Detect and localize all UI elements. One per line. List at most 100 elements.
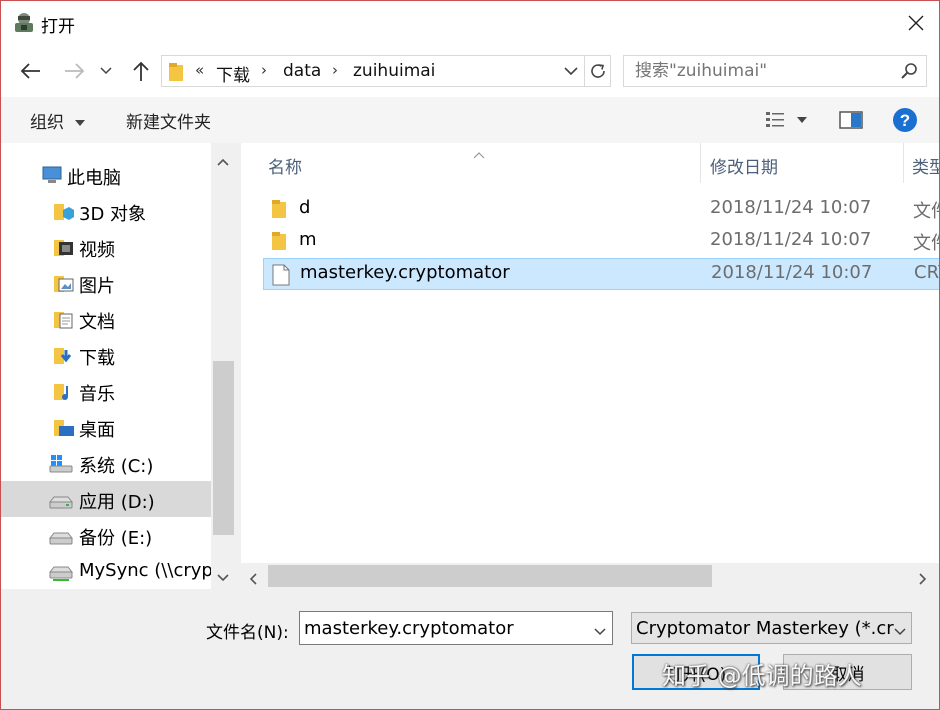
column-header-label: 类型	[912, 158, 939, 178]
column-header-modified[interactable]: 修改日期	[701, 143, 903, 187]
overflow-chevron[interactable]: «	[195, 61, 204, 79]
filetype-value: Cryptomator Masterkey (*.cry	[636, 618, 905, 639]
filename-label: 文件名(N):	[206, 623, 289, 643]
sidebar-item-desktop[interactable]: 桌面	[1, 409, 211, 445]
3d-objects-icon	[53, 202, 75, 226]
view-options-button[interactable]	[761, 106, 811, 134]
column-header-label: 名称	[268, 158, 302, 178]
folder-icon	[271, 231, 287, 255]
sidebar-item-3d-objects[interactable]: 3D 对象	[1, 193, 211, 229]
open-file-dialog: 打开 « 下载 › data › zuihuimai 搜索"zuihuimai"…	[0, 0, 940, 710]
scroll-left-arrow-icon[interactable]	[249, 570, 257, 589]
sidebar-item-documents[interactable]: 文档	[1, 301, 211, 337]
sidebar-item-label: 3D 对象	[79, 204, 147, 225]
videos-icon	[53, 238, 75, 262]
sidebar-item-label: 视频	[79, 240, 115, 261]
svg-text:?: ?	[900, 111, 910, 130]
sidebar-item-label: 文档	[79, 312, 115, 333]
arrow-up-icon	[133, 61, 149, 81]
cancel-button[interactable]: 取消	[783, 654, 912, 690]
folder-icon	[168, 62, 184, 86]
filename-input[interactable]: masterkey.cryptomator	[304, 618, 514, 639]
filetype-select[interactable]: Cryptomator Masterkey (*.cry	[631, 612, 912, 644]
open-button[interactable]: 打开(O)	[632, 654, 760, 690]
recent-locations-button[interactable]	[96, 57, 116, 85]
column-header-label: 修改日期	[710, 158, 778, 178]
column-header-name[interactable]: 名称	[241, 143, 701, 187]
help-button[interactable]: ?	[891, 106, 919, 134]
sidebar-item-this-pc[interactable]: 此电脑	[1, 157, 211, 193]
file-row-masterkey[interactable]: masterkey.cryptomator 2018/11/24 10:07 C…	[263, 258, 939, 290]
search-icon[interactable]	[900, 62, 918, 84]
close-button[interactable]	[893, 1, 939, 45]
chevron-down-icon	[564, 66, 578, 75]
sidebar-item-mysync[interactable]: MySync (\\cryp	[1, 553, 213, 589]
file-row-d[interactable]: d 2018/11/24 10:07 文件	[263, 194, 939, 226]
address-dropdown-button[interactable]	[559, 56, 583, 86]
caret-down-icon	[797, 117, 807, 123]
scroll-down-arrow-icon[interactable]	[217, 567, 229, 586]
file-name: masterkey.cryptomator	[300, 262, 510, 283]
file-name: d	[299, 197, 311, 218]
sidebar-item-downloads[interactable]: 下载	[1, 337, 211, 373]
breadcrumb-zuihuimai[interactable]: zuihuimai	[353, 61, 435, 81]
desktop-icon	[53, 418, 75, 442]
drive-icon	[48, 526, 74, 550]
file-icon	[272, 264, 290, 290]
sidebar-item-music[interactable]: 音乐	[1, 373, 211, 409]
windows-drive-icon	[49, 454, 73, 478]
forward-button[interactable]	[61, 57, 89, 85]
organize-menu[interactable]: 组织	[30, 108, 86, 133]
up-button[interactable]	[127, 57, 155, 85]
refresh-button[interactable]	[584, 56, 611, 86]
new-folder-button[interactable]: 新建文件夹	[126, 108, 211, 133]
file-type: 文件	[913, 233, 939, 254]
scrollbar-thumb[interactable]	[268, 565, 712, 587]
sidebar-item-app-d[interactable]: 应用 (D:)	[1, 481, 211, 517]
file-modified: 2018/11/24 10:07	[711, 262, 873, 283]
navigation-scrollbar[interactable]	[211, 143, 236, 589]
network-drive-icon	[48, 562, 74, 586]
documents-icon	[53, 310, 75, 334]
preview-pane-button[interactable]	[837, 106, 865, 134]
sidebar-item-backup-e[interactable]: 备份 (E:)	[1, 517, 211, 553]
sidebar-item-label: 备份 (E:)	[79, 528, 153, 549]
sidebar-item-label: 图片	[79, 276, 115, 297]
sidebar-item-label: 桌面	[79, 420, 115, 441]
chevron-down-icon	[100, 67, 112, 75]
sidebar-item-pictures[interactable]: 图片	[1, 265, 211, 301]
chevron-down-icon	[894, 621, 906, 640]
help-icon: ?	[893, 108, 917, 132]
sidebar-item-label: MySync (\\cryp	[79, 560, 213, 581]
sidebar-item-videos[interactable]: 视频	[1, 229, 211, 265]
arrow-right-icon	[65, 63, 85, 79]
file-list-horizontal-scrollbar[interactable]	[241, 563, 939, 589]
scrollbar-thumb[interactable]	[213, 361, 234, 535]
file-row-m[interactable]: m 2018/11/24 10:07 文件	[263, 226, 939, 258]
pictures-icon	[53, 274, 75, 298]
search-box[interactable]	[623, 55, 927, 87]
organize-label: 组织	[30, 113, 64, 133]
file-type: 文件	[913, 201, 939, 222]
file-modified: 2018/11/24 10:07	[710, 229, 872, 250]
back-button[interactable]	[16, 57, 44, 85]
file-type: CRY	[914, 262, 939, 283]
scroll-right-arrow-icon[interactable]	[919, 570, 927, 589]
breadcrumb-data[interactable]: data	[283, 61, 321, 81]
file-list: 名称 修改日期 类型 d 2018/11/24 10:07 文件 m 2018/…	[241, 143, 939, 589]
column-header-type[interactable]: 类型	[904, 143, 939, 187]
filename-combobox[interactable]: masterkey.cryptomator	[299, 611, 613, 645]
scroll-up-arrow-icon[interactable]	[217, 151, 229, 170]
breadcrumb-downloads[interactable]: 下载	[216, 61, 250, 86]
file-name: m	[299, 229, 317, 250]
sidebar-item-label: 音乐	[79, 384, 115, 405]
folder-icon	[271, 199, 287, 223]
search-input[interactable]	[624, 56, 884, 86]
downloads-icon	[53, 346, 75, 370]
chevron-down-icon[interactable]	[594, 621, 606, 640]
sidebar-item-system-c[interactable]: 系统 (C:)	[1, 445, 211, 481]
drive-icon	[48, 490, 74, 514]
address-bar[interactable]: « 下载 › data › zuihuimai	[161, 55, 611, 87]
window-title: 打开	[41, 17, 75, 37]
music-icon	[53, 382, 75, 406]
